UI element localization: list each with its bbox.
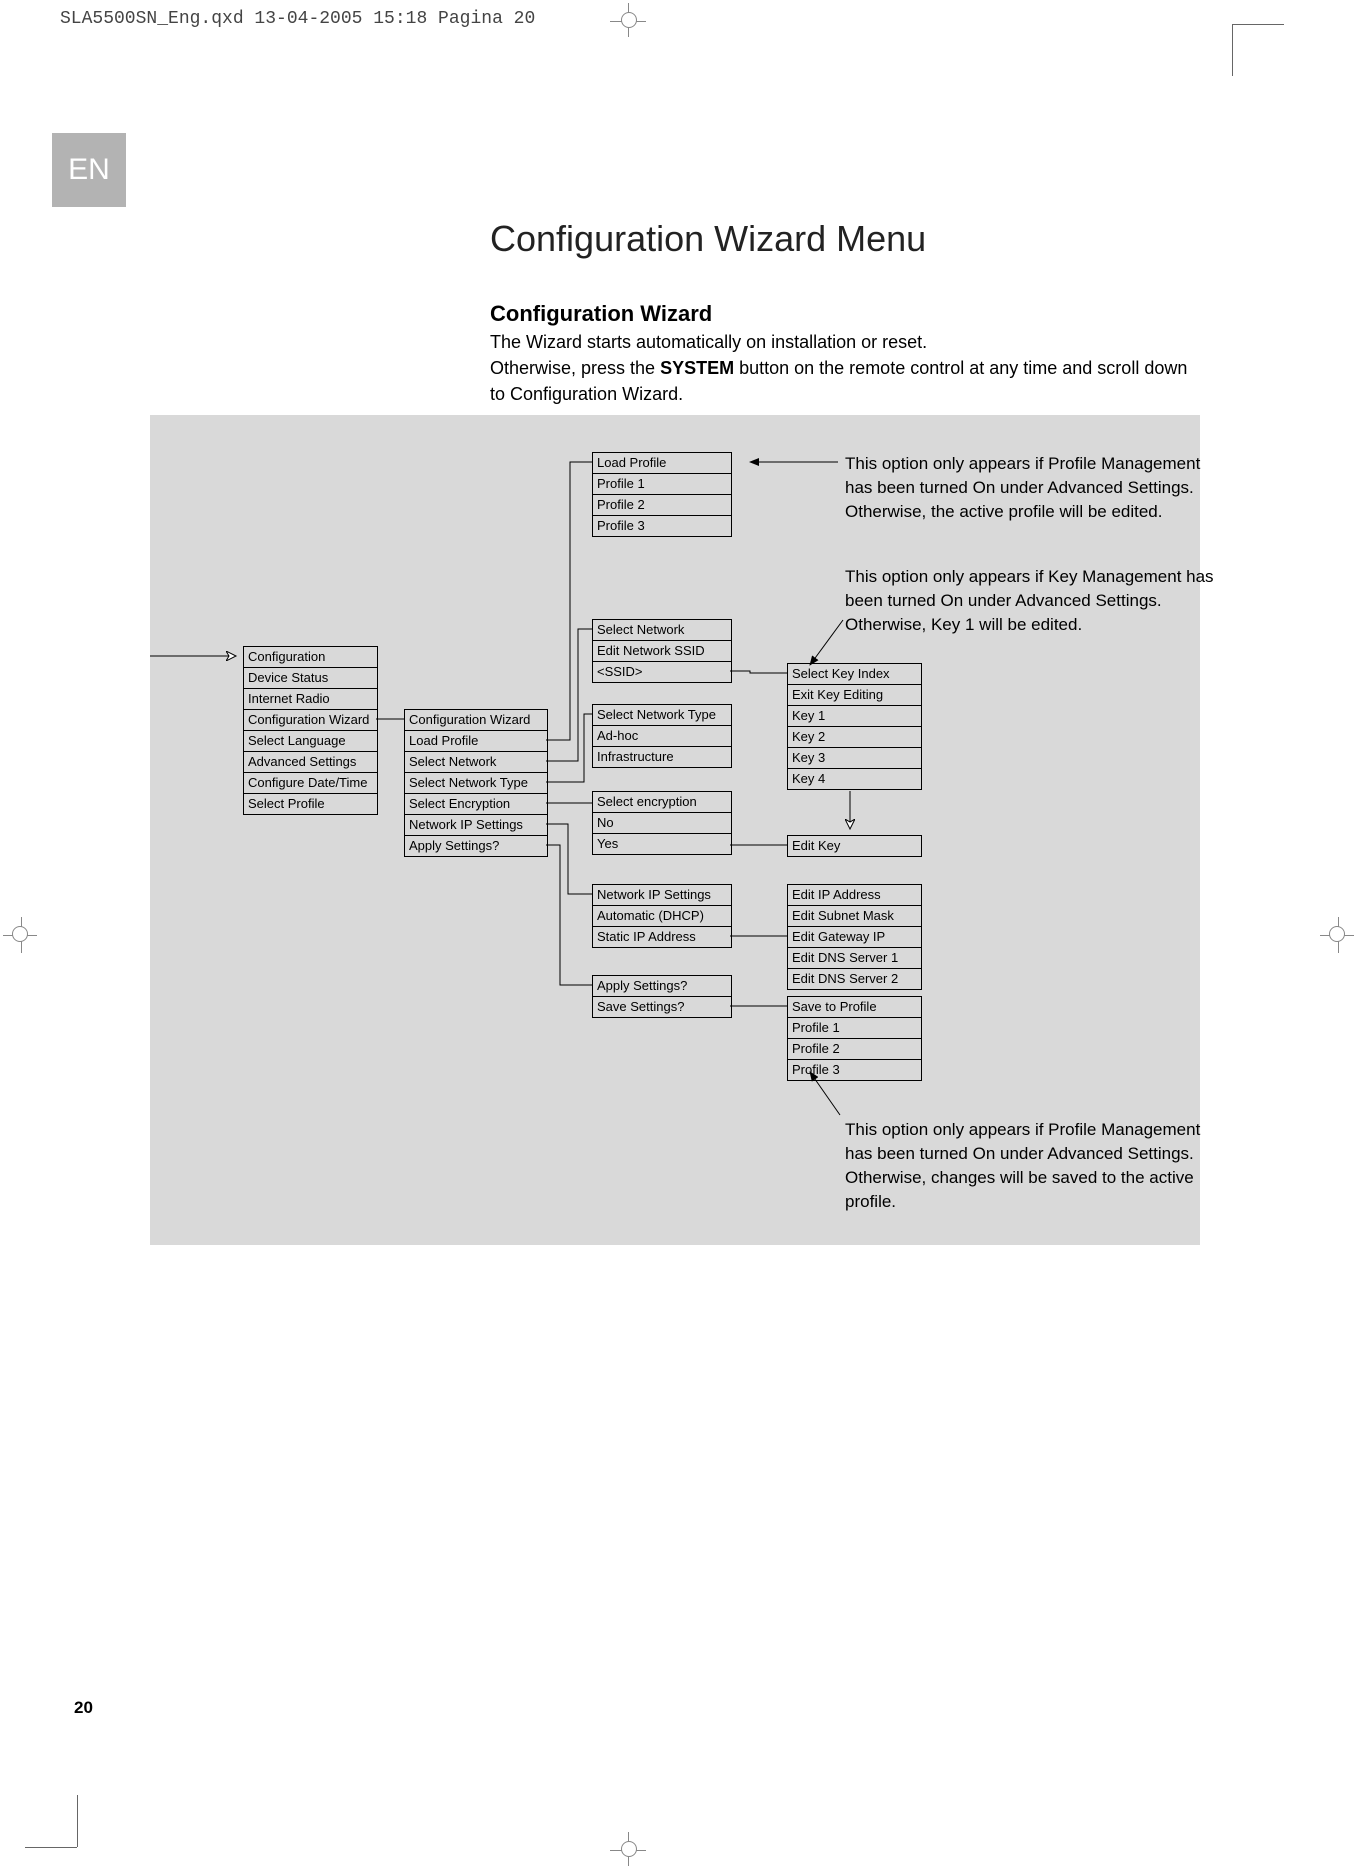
- menu-cell: Select Network: [404, 751, 548, 773]
- menu-cell: Configuration Wizard: [243, 709, 378, 731]
- menu-cell: Load Profile: [404, 730, 548, 752]
- qxd-header: SLA5500SN_Eng.qxd 13-04-2005 15:18 Pagin…: [60, 9, 535, 29]
- system-word: SYSTEM: [660, 358, 734, 378]
- menu-cell: No: [592, 812, 732, 834]
- menu-cell: Edit Subnet Mask: [787, 905, 922, 927]
- intro-line-1: The Wizard starts automatically on insta…: [490, 332, 927, 352]
- menu-cell: Select Key Index: [787, 663, 922, 685]
- menu-cell: Profile 1: [592, 473, 732, 495]
- menu-cell: Load Profile: [592, 452, 732, 474]
- menu-cell: Infrastructure: [592, 746, 732, 768]
- menu-cell: Select Encryption: [404, 793, 548, 815]
- intro-text: The Wizard starts automatically on insta…: [490, 329, 1190, 407]
- menu-cell: Edit DNS Server 1: [787, 947, 922, 969]
- section-heading: Configuration Wizard: [490, 301, 712, 327]
- reg-mark: [621, 1841, 637, 1857]
- reg-mark: [1329, 926, 1345, 942]
- menu-cell: Select Network Type: [592, 704, 732, 726]
- menu-cell: Profile 3: [592, 515, 732, 537]
- menu-cell: Yes: [592, 833, 732, 855]
- menu-cell: Save Settings?: [592, 996, 732, 1018]
- menu-cell: Edit IP Address: [787, 884, 922, 906]
- menu-cell: Network IP Settings: [592, 884, 732, 906]
- crop-mark: [1232, 24, 1233, 76]
- menu-cell: Exit Key Editing: [787, 684, 922, 706]
- page-number: 20: [74, 1698, 93, 1718]
- menu-cell: Edit Key: [787, 835, 922, 857]
- menu-cell: Automatic (DHCP): [592, 905, 732, 927]
- note-load-profile: This option only appears if Profile Mana…: [845, 452, 1215, 524]
- menu-cell: Key 3: [787, 747, 922, 769]
- menu-cell: Apply Settings?: [592, 975, 732, 997]
- menu-cell: Advanced Settings: [243, 751, 378, 773]
- crop-mark: [25, 1847, 77, 1848]
- menu-cell: Edit Gateway IP: [787, 926, 922, 948]
- menu-cell: Profile 3: [787, 1059, 922, 1081]
- menu-cell: Profile 2: [787, 1038, 922, 1060]
- crop-mark: [77, 1795, 78, 1847]
- menu-cell: <SSID>: [592, 661, 732, 683]
- menu-cell: Edit Network SSID: [592, 640, 732, 662]
- menu-cell: Internet Radio: [243, 688, 378, 710]
- menu-cell: Select encryption: [592, 791, 732, 813]
- menu-cell: Configuration: [243, 646, 378, 668]
- menu-cell: Key 1: [787, 705, 922, 727]
- reg-mark: [621, 12, 637, 28]
- menu-cell: Select Network: [592, 619, 732, 641]
- menu-cell: Save to Profile: [787, 996, 922, 1018]
- menu-cell: Key 4: [787, 768, 922, 790]
- flow-diagram: This option only appears if Profile Mana…: [150, 415, 1200, 1245]
- menu-cell: Configure Date/Time: [243, 772, 378, 794]
- menu-cell: Edit DNS Server 2: [787, 968, 922, 990]
- menu-cell: Static IP Address: [592, 926, 732, 948]
- menu-cell: Device Status: [243, 667, 378, 689]
- menu-cell: Select Network Type: [404, 772, 548, 794]
- language-tab: EN: [52, 133, 126, 207]
- menu-cell: Select Language: [243, 730, 378, 752]
- menu-cell: Network IP Settings: [404, 814, 548, 836]
- note-save-profile: This option only appears if Profile Mana…: [845, 1118, 1215, 1214]
- intro-line-2a: Otherwise, press the: [490, 358, 660, 378]
- page-title: Configuration Wizard Menu: [490, 218, 926, 260]
- menu-cell: Profile 1: [787, 1017, 922, 1039]
- menu-cell: Key 2: [787, 726, 922, 748]
- menu-cell: Configuration Wizard: [404, 709, 548, 731]
- menu-cell: Apply Settings?: [404, 835, 548, 857]
- page-root: SLA5500SN_Eng.qxd 13-04-2005 15:18 Pagin…: [0, 0, 1357, 1871]
- menu-cell: Profile 2: [592, 494, 732, 516]
- menu-cell: Select Profile: [243, 793, 378, 815]
- menu-cell: Ad-hoc: [592, 725, 732, 747]
- crop-mark: [1232, 24, 1284, 25]
- note-key-mgmt: This option only appears if Key Manageme…: [845, 565, 1215, 637]
- reg-mark: [12, 926, 28, 942]
